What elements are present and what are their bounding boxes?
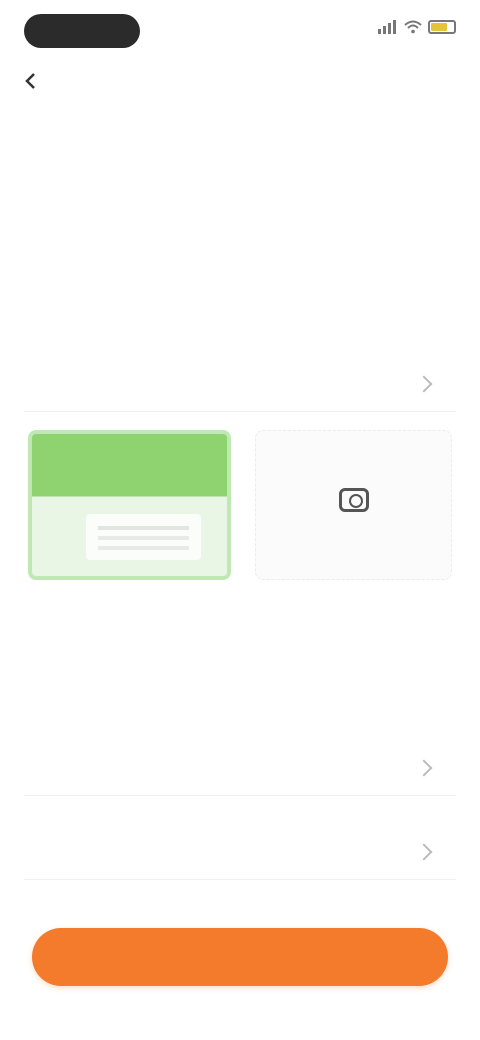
status-icons (378, 20, 456, 34)
document-preview (86, 514, 201, 560)
battery-icon (428, 20, 456, 34)
attachment-row[interactable] (24, 356, 456, 412)
page (0, 0, 480, 1040)
status-time (24, 14, 140, 48)
back-button[interactable] (24, 72, 42, 90)
chevron-right-icon (415, 759, 433, 776)
status-bar (24, 10, 456, 50)
chevron-left-icon (25, 73, 35, 89)
select-row-2[interactable] (24, 824, 456, 880)
description-textarea[interactable] (24, 222, 456, 312)
add-image-button[interactable] (255, 430, 452, 580)
submit-button[interactable] (32, 928, 448, 986)
chevron-right-icon (415, 375, 433, 392)
camera-icon (338, 488, 369, 512)
wifi-icon (404, 20, 422, 34)
upload-area (28, 430, 452, 580)
select-row-1[interactable] (24, 740, 456, 796)
uploaded-image-thumbnail[interactable] (28, 430, 231, 580)
navigation-bar (0, 62, 480, 110)
signal-icon (378, 20, 396, 34)
chevron-right-icon (415, 843, 433, 860)
